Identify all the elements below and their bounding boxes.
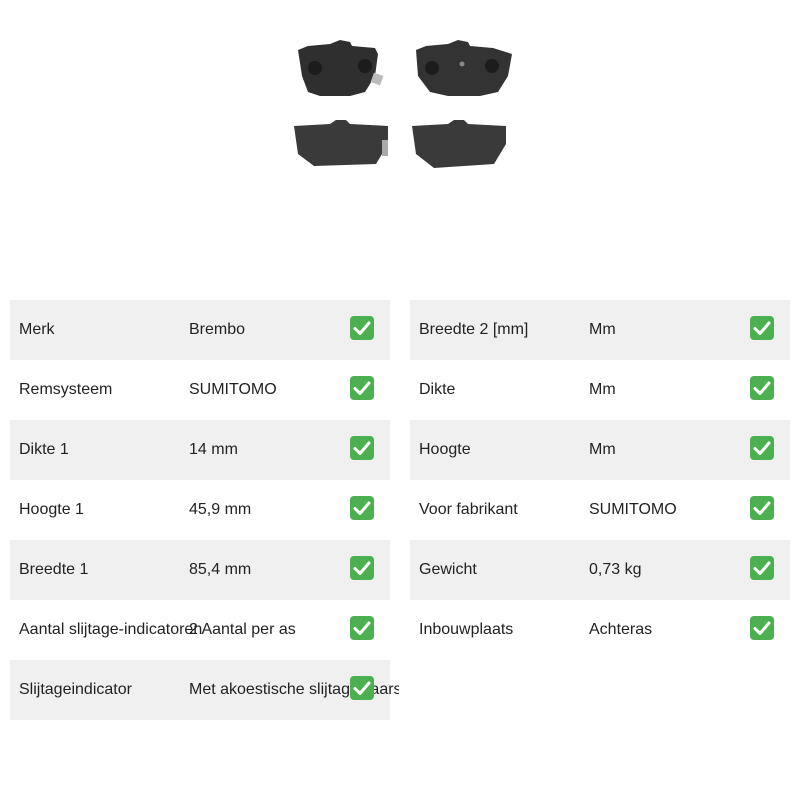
check-mark-icon [750, 556, 774, 580]
spec-value: Achteras [589, 621, 653, 638]
spec-label: Gewicht [419, 561, 477, 578]
check-mark-icon [350, 556, 374, 580]
check-mark-icon [750, 316, 774, 340]
spec-value: Mm [589, 441, 616, 458]
spec-value: SUMITOMO [589, 501, 677, 518]
spec-row: Hoogte Mm [410, 420, 790, 480]
spec-label: Merk [19, 321, 55, 338]
spec-row: Dikte 1 14 mm [10, 420, 390, 480]
spec-label: Breedte 2 [mm] [419, 321, 529, 338]
check-mark-icon [750, 616, 774, 640]
brake-pad-bottom-left [294, 120, 388, 166]
spec-label: Voor fabrikant [419, 501, 518, 518]
spec-row: Breedte 2 [mm] Mm [410, 300, 790, 360]
spec-value: Mm [589, 321, 616, 338]
spec-label: Inbouwplaats [419, 621, 514, 638]
spec-label: Hoogte 1 [19, 501, 84, 518]
brake-pad-top-left [298, 40, 384, 96]
spec-value: 45,9 mm [189, 501, 252, 518]
spec-label: Dikte [419, 381, 456, 398]
spec-row: Breedte 1 85,4 mm [10, 540, 390, 600]
check-mark-icon [350, 316, 374, 340]
spec-table-right: Breedte 2 [mm] Mm Dikte Mm Hoogte Mm Voo… [410, 300, 790, 660]
check-mark-icon [350, 616, 374, 640]
spec-table-left: Merk Brembo Remsysteem SUMITOMO Dikte 1 … [10, 300, 399, 720]
check-mark-icon [750, 376, 774, 400]
spec-value: 85,4 mm [189, 561, 252, 578]
check-mark-icon [350, 496, 374, 520]
spec-row: Aantal slijtage-indicatoren 2 Aantal per… [10, 600, 390, 660]
brake-pad-top-right [416, 40, 512, 96]
spec-row: Gewicht 0,73 kg [410, 540, 790, 600]
spec-row: Inbouwplaats Achteras [410, 600, 790, 660]
check-mark-icon [350, 376, 374, 400]
spec-row: Dikte Mm [410, 360, 790, 420]
spec-value: 0,73 kg [589, 561, 642, 578]
spec-row: Slijtageindicator Met akoestische slijta… [10, 660, 399, 720]
spec-value: SUMITOMO [189, 381, 277, 398]
spec-label: Aantal slijtage-indicatoren [19, 621, 203, 638]
brake-pads-image [280, 36, 520, 180]
spec-label: Hoogte [419, 441, 471, 458]
spec-value: 2 Aantal per as [189, 621, 296, 638]
spec-row: Voor fabrikant SUMITOMO [410, 480, 790, 540]
spec-value: Mm [589, 381, 616, 398]
spec-row: Merk Brembo [10, 300, 390, 360]
spec-value: Brembo [189, 321, 246, 338]
spec-label: Slijtageindicator [19, 681, 132, 698]
check-mark-icon [350, 676, 374, 700]
spec-label: Dikte 1 [19, 441, 69, 458]
check-mark-icon [350, 436, 374, 460]
spec-row: Remsysteem SUMITOMO [10, 360, 390, 420]
check-mark-icon [750, 436, 774, 460]
spec-row: Hoogte 1 45,9 mm [10, 480, 390, 540]
check-mark-icon [750, 496, 774, 520]
spec-label: Remsysteem [19, 381, 113, 398]
spec-value: 14 mm [189, 441, 238, 458]
spec-label: Breedte 1 [19, 561, 89, 578]
brake-pad-bottom-right [412, 120, 506, 168]
